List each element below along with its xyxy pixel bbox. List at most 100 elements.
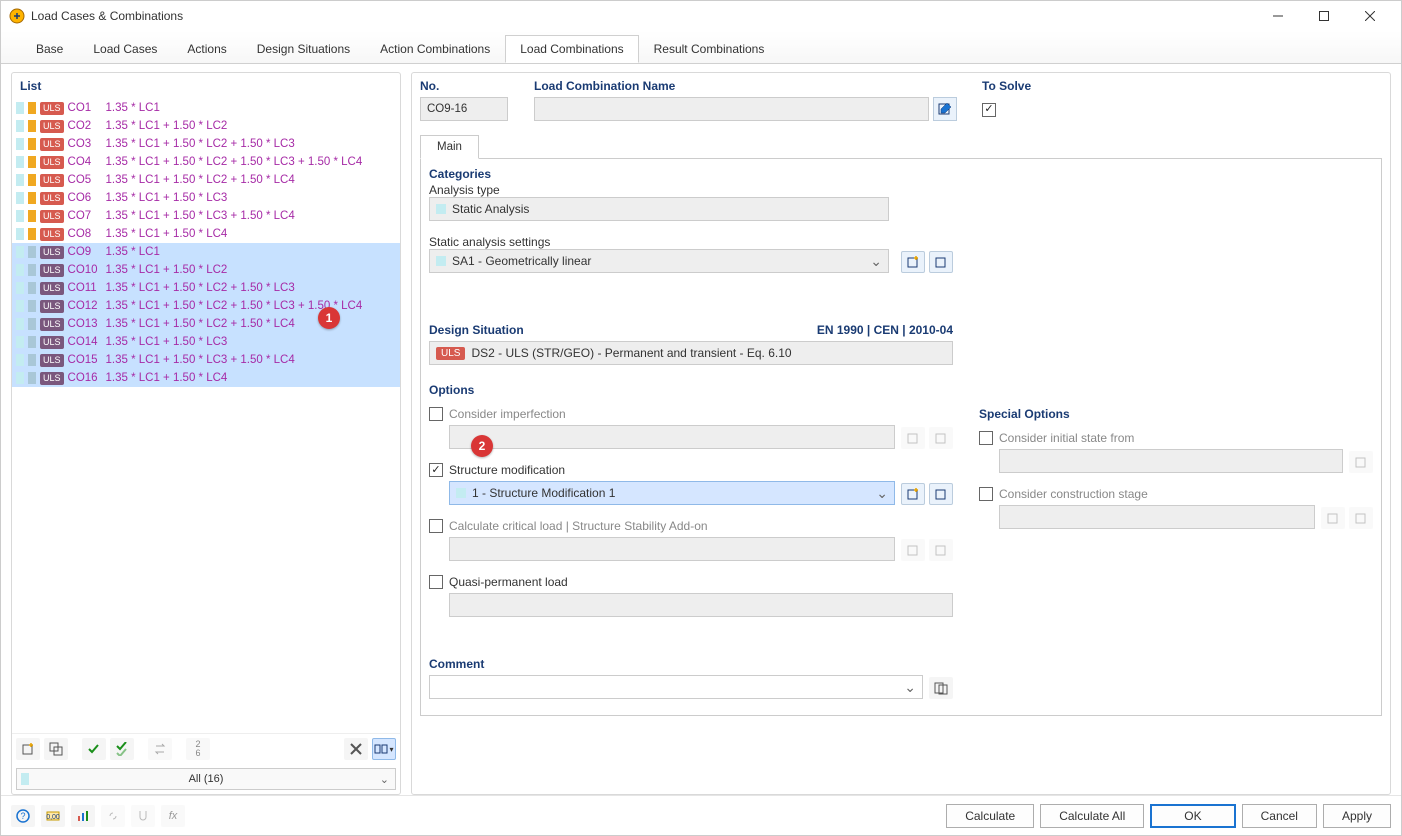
list-item[interactable]: ULSCO61.35 * LC1 + 1.50 * LC3 xyxy=(12,189,400,207)
help-icon[interactable]: ? xyxy=(11,805,35,827)
combo-id: CO7 xyxy=(68,210,102,222)
combination-list[interactable]: ULSCO11.35 * LC1ULSCO21.35 * LC1 + 1.50 … xyxy=(12,99,400,733)
list-item[interactable]: ULSCO161.35 * LC1 + 1.50 * LC4 xyxy=(12,369,400,387)
tab-design-situations[interactable]: Design Situations xyxy=(242,35,365,63)
struct-mod-checkbox[interactable] xyxy=(429,463,443,477)
app-window: Load Cases & Combinations BaseLoad Cases… xyxy=(0,0,1402,836)
tab-load-cases[interactable]: Load Cases xyxy=(78,35,172,63)
construction-stage-select xyxy=(999,505,1315,529)
combo-id: CO15 xyxy=(68,354,102,366)
list-item[interactable]: ULSCO41.35 * LC1 + 1.50 * LC2 + 1.50 * L… xyxy=(12,153,400,171)
new-icon[interactable] xyxy=(16,738,40,760)
construction-stage-new-icon xyxy=(1321,507,1345,529)
list-item[interactable]: ULSCO141.35 * LC1 + 1.50 * LC3 xyxy=(12,333,400,351)
imperfection-checkbox[interactable] xyxy=(429,407,443,421)
quasi-checkbox[interactable] xyxy=(429,575,443,589)
construction-stage-checkbox[interactable] xyxy=(979,487,993,501)
imperfection-select xyxy=(449,425,895,449)
fx-icon[interactable]: fx xyxy=(161,805,185,827)
calculate-all-button[interactable]: Calculate All xyxy=(1040,804,1144,828)
tab-base[interactable]: Base xyxy=(21,35,78,63)
swatch-b xyxy=(28,102,36,114)
delete-icon[interactable] xyxy=(344,738,368,760)
cancel-button[interactable]: Cancel xyxy=(1242,804,1317,828)
units-icon[interactable]: 0,00 xyxy=(41,805,65,827)
tab-action-combinations[interactable]: Action Combinations xyxy=(365,35,505,63)
main-tabs: BaseLoad CasesActionsDesign SituationsAc… xyxy=(1,31,1401,64)
filter-row: All (16) xyxy=(12,764,400,794)
comment-library-icon[interactable] xyxy=(929,677,953,699)
swatch-b xyxy=(28,372,36,384)
uncheck-all-icon[interactable] xyxy=(110,738,134,760)
critical-load-checkbox[interactable] xyxy=(429,519,443,533)
critical-load-select xyxy=(449,537,895,561)
chart-icon[interactable] xyxy=(71,805,95,827)
list-item[interactable]: ULSCO81.35 * LC1 + 1.50 * LC4 xyxy=(12,225,400,243)
swatch-a xyxy=(16,318,24,330)
list-item[interactable]: ULSCO21.35 * LC1 + 1.50 * LC2 xyxy=(12,117,400,135)
callout-2: 2 xyxy=(471,435,493,457)
swatch-a xyxy=(16,210,24,222)
list-item[interactable]: ULSCO111.35 * LC1 + 1.50 * LC2 + 1.50 * … xyxy=(12,279,400,297)
swatch-a xyxy=(16,246,24,258)
calculate-button[interactable]: Calculate xyxy=(946,804,1034,828)
initial-state-edit-icon xyxy=(1349,451,1373,473)
edit-name-icon[interactable] xyxy=(933,97,957,121)
name-label: Load Combination Name xyxy=(534,79,964,93)
list-item[interactable]: ULSCO121.35 * LC1 + 1.50 * LC2 + 1.50 * … xyxy=(12,297,400,315)
list-item[interactable]: ULSCO131.35 * LC1 + 1.50 * LC2 + 1.50 * … xyxy=(12,315,400,333)
check-all-icon[interactable] xyxy=(82,738,106,760)
layout-toggle-icon[interactable]: ▾ xyxy=(372,738,396,760)
struct-mod-edit-icon[interactable] xyxy=(929,483,953,505)
sas-select[interactable]: SA1 - Geometrically linear xyxy=(429,249,889,273)
fraction-icon[interactable]: 26 xyxy=(186,738,210,760)
list-item[interactable]: ULSCO91.35 * LC1 xyxy=(12,243,400,261)
uls-badge: ULS xyxy=(40,192,64,205)
initial-state-checkbox[interactable] xyxy=(979,431,993,445)
analysis-type-label: Analysis type xyxy=(429,183,953,197)
magnet-icon xyxy=(131,805,155,827)
uls-badge: ULS xyxy=(40,138,64,151)
list-item[interactable]: ULSCO31.35 * LC1 + 1.50 * LC2 + 1.50 * L… xyxy=(12,135,400,153)
tab-load-combinations[interactable]: Load Combinations xyxy=(505,35,638,63)
no-field[interactable]: CO9-16 xyxy=(420,97,508,121)
combo-formula: 1.35 * LC1 + 1.50 * LC2 xyxy=(106,120,228,132)
close-button[interactable] xyxy=(1347,1,1393,31)
combo-formula: 1.35 * LC1 + 1.50 * LC3 + 1.50 * LC4 xyxy=(106,354,295,366)
combo-id: CO3 xyxy=(68,138,102,150)
swatch-b xyxy=(28,336,36,348)
swap-icon[interactable] xyxy=(148,738,172,760)
to-solve-label: To Solve xyxy=(982,79,1031,93)
list-item[interactable]: ULSCO71.35 * LC1 + 1.50 * LC3 + 1.50 * L… xyxy=(12,207,400,225)
window-title: Load Cases & Combinations xyxy=(31,9,1255,23)
tab-actions[interactable]: Actions xyxy=(172,35,241,63)
swatch-a xyxy=(16,192,24,204)
name-field[interactable] xyxy=(534,97,929,121)
tab-main[interactable]: Main xyxy=(420,135,479,159)
tab-result-combinations[interactable]: Result Combinations xyxy=(639,35,780,63)
design-situation-header: Design Situation xyxy=(429,323,524,337)
minimize-button[interactable] xyxy=(1255,1,1301,31)
categories-header: Categories xyxy=(429,167,953,181)
list-item[interactable]: ULSCO11.35 * LC1 xyxy=(12,99,400,117)
to-solve-checkbox[interactable] xyxy=(982,103,996,117)
list-item[interactable]: ULSCO101.35 * LC1 + 1.50 * LC2 xyxy=(12,261,400,279)
copy-icon[interactable] xyxy=(44,738,68,760)
combo-formula: 1.35 * LC1 + 1.50 * LC2 xyxy=(106,264,228,276)
ok-button[interactable]: OK xyxy=(1150,804,1235,828)
combo-formula: 1.35 * LC1 + 1.50 * LC2 + 1.50 * LC3 xyxy=(106,282,295,294)
sas-edit-icon[interactable] xyxy=(929,251,953,273)
swatch-a xyxy=(16,336,24,348)
list-item[interactable]: ULSCO51.35 * LC1 + 1.50 * LC2 + 1.50 * L… xyxy=(12,171,400,189)
sas-new-icon[interactable] xyxy=(901,251,925,273)
apply-button[interactable]: Apply xyxy=(1323,804,1391,828)
swatch-b xyxy=(28,156,36,168)
uls-badge: ULS xyxy=(40,372,64,385)
comment-field[interactable] xyxy=(429,675,923,699)
filter-select[interactable]: All (16) xyxy=(16,768,396,790)
combo-id: CO14 xyxy=(68,336,102,348)
list-item[interactable]: ULSCO151.35 * LC1 + 1.50 * LC3 + 1.50 * … xyxy=(12,351,400,369)
struct-mod-new-icon[interactable] xyxy=(901,483,925,505)
maximize-button[interactable] xyxy=(1301,1,1347,31)
struct-mod-select[interactable]: 1 - Structure Modification 1 xyxy=(449,481,895,505)
